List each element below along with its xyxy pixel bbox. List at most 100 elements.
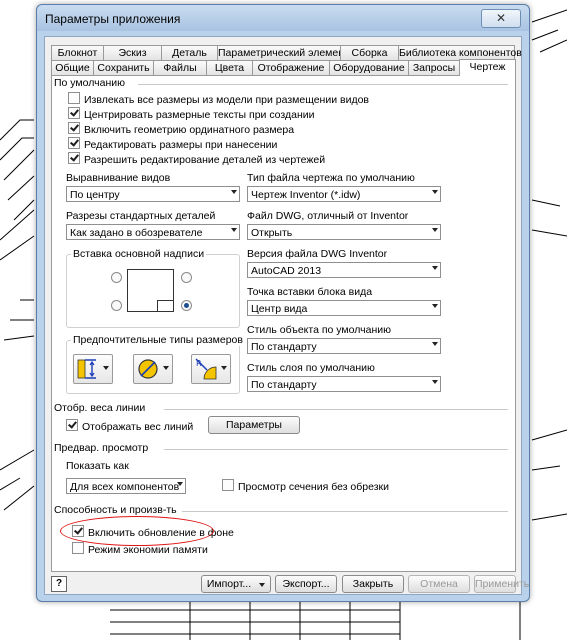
chevron-down-icon — [432, 266, 438, 270]
title-bar[interactable]: Параметры приложения ✕ — [37, 5, 529, 31]
checkbox-label: Включить геометрию ординатного размера — [84, 124, 295, 136]
tab-notebook[interactable]: Блокнот — [51, 45, 104, 60]
import-button[interactable]: Импорт... — [201, 575, 271, 593]
performance-divider — [182, 511, 508, 512]
object-style-label: Стиль объекта по умолчанию — [247, 324, 391, 336]
tab-content-library[interactable]: Библиотека компонентов — [398, 45, 522, 60]
edit-dims-checkbox[interactable] — [68, 137, 80, 149]
view-block-insertion-select[interactable]: Центр вида — [247, 300, 441, 316]
title-block-insertion-label: Вставка основной надписи — [71, 248, 207, 260]
non-inventor-dwg-select[interactable]: Открыть — [247, 224, 441, 240]
chevron-down-icon — [163, 366, 169, 370]
checkbox-row[interactable]: Разрешить редактирование деталей из черт… — [68, 152, 326, 166]
line-weight-divider — [164, 409, 508, 410]
close-window-button[interactable]: ✕ — [481, 9, 521, 28]
chevron-down-icon — [432, 304, 438, 308]
view-block-insertion-value: Центр вида — [251, 303, 308, 315]
preview-divider — [164, 449, 508, 450]
linear-dimension-button[interactable] — [73, 354, 113, 384]
checkbox-row[interactable]: Включить геометрию ординатного размера — [68, 122, 295, 136]
defaults-header: По умолчанию — [54, 77, 126, 89]
chevron-down-icon — [432, 380, 438, 384]
checkbox-row[interactable]: Извлекать все размеры из модели при разм… — [68, 92, 369, 106]
defaults-divider — [138, 84, 508, 85]
layer-style-select[interactable]: По стандарту — [247, 376, 441, 392]
insertion-bottom-right-radio[interactable] — [181, 300, 192, 311]
checkbox-label: Разрешить редактирование деталей из черт… — [84, 154, 326, 166]
checkbox-label: Включить обновление в фоне — [88, 527, 234, 539]
section-standard-parts-select[interactable]: Как задано в обозревателе — [66, 224, 240, 240]
non-inventor-dwg-value: Открыть — [251, 227, 293, 239]
tab-drawing[interactable]: Чертеж — [459, 59, 516, 76]
extract-dims-checkbox[interactable] — [68, 92, 80, 104]
dwg-version-select[interactable]: AutoCAD 2013 — [247, 262, 441, 278]
checkbox-label: Редактировать размеры при нанесении — [84, 139, 278, 151]
tab-part[interactable]: Деталь — [161, 45, 218, 60]
insertion-top-left-radio[interactable] — [111, 272, 122, 283]
memory-saving-checkbox[interactable] — [72, 542, 84, 554]
line-weight-header: Отобр. веса линии — [54, 402, 146, 414]
checkbox-row[interactable]: Отображать вес линий — [66, 419, 193, 433]
insertion-top-right-radio[interactable] — [181, 272, 192, 283]
drawing-file-type-value: Чертеж Inventor (*.idw) — [251, 189, 361, 201]
tab-general[interactable]: Общие — [51, 60, 94, 75]
apply-button[interactable]: Применить — [474, 575, 529, 593]
import-label: Импорт... — [206, 578, 252, 590]
background-update-checkbox[interactable] — [72, 525, 84, 537]
radius-dimension-button[interactable]: R — [191, 354, 231, 384]
window-title: Параметры приложения — [45, 12, 181, 26]
center-dim-text-checkbox[interactable] — [68, 107, 80, 119]
radius-dimension-icon: R — [195, 358, 217, 380]
checkbox-row[interactable]: Редактировать размеры при нанесении — [68, 137, 278, 151]
linear-dimension-icon — [77, 359, 96, 379]
object-style-select[interactable]: По стандарту — [247, 338, 441, 354]
tab-sketch[interactable]: Эскиз — [103, 45, 162, 60]
view-justification-select[interactable]: По центру — [66, 186, 240, 202]
view-justification-label: Выравнивание видов — [66, 172, 171, 184]
drawing-tab-panel: По умолчанию Извлекать все размеры из мо… — [51, 75, 516, 572]
tab-files[interactable]: Файлы — [153, 60, 207, 75]
checkbox-row[interactable]: Центрировать размерные тексты при создан… — [68, 107, 314, 121]
chevron-down-icon — [221, 366, 227, 370]
show-as-select[interactable]: Для всех компонентов — [66, 478, 186, 494]
tab-prompts[interactable]: Запросы — [408, 60, 460, 75]
ordinate-geometry-checkbox[interactable] — [68, 122, 80, 134]
tab-display[interactable]: Отображение — [252, 60, 330, 75]
close-button[interactable]: Закрыть — [342, 575, 404, 593]
title-block-insertion-frame: Вставка основной надписи — [66, 248, 240, 328]
application-options-dialog: Параметры приложения ✕ Блокнот Эскиз Дет… — [36, 4, 530, 602]
dwg-version-value: AutoCAD 2013 — [251, 265, 322, 277]
view-block-insertion-label: Точка вставки блока вида — [247, 286, 373, 298]
export-button[interactable]: Экспорт... — [275, 575, 337, 593]
checkbox-row[interactable]: Включить обновление в фоне — [72, 525, 234, 539]
preview-header: Предвар. просмотр — [54, 442, 149, 454]
checkbox-row[interactable]: Просмотр сечения без обрезки — [222, 479, 389, 493]
edit-parts-checkbox[interactable] — [68, 152, 80, 164]
checkbox-label: Режим экономии памяти — [88, 544, 208, 556]
section-standard-parts-label: Разрезы стандартных деталей — [66, 210, 216, 222]
insertion-bottom-left-radio[interactable] — [111, 300, 122, 311]
tab-colors[interactable]: Цвета — [206, 60, 253, 75]
checkbox-label: Просмотр сечения без обрезки — [238, 481, 389, 493]
dimension-types-label: Предпочтительные типы размеров — [71, 334, 245, 346]
help-button[interactable]: ? — [51, 576, 67, 592]
drawing-file-type-label: Тип файла чертежа по умолчанию — [247, 172, 415, 184]
checkbox-row[interactable]: Режим экономии памяти — [72, 542, 208, 556]
tab-assembly[interactable]: Сборка — [340, 45, 399, 60]
cancel-button[interactable]: Отмена — [408, 575, 470, 593]
unclipped-section-checkbox[interactable] — [222, 479, 234, 491]
tab-ipart[interactable]: Параметрический элемент — [217, 45, 349, 60]
chevron-down-icon — [259, 583, 265, 587]
display-line-weights-checkbox[interactable] — [66, 419, 78, 431]
layer-style-value: По стандарту — [251, 379, 317, 391]
performance-header: Способность и произв-ть — [54, 504, 177, 516]
drawing-file-type-select[interactable]: Чертеж Inventor (*.idw) — [247, 186, 441, 202]
tab-save[interactable]: Сохранить — [93, 60, 154, 75]
line-weight-settings-button[interactable]: Параметры — [208, 416, 300, 434]
diameter-dimension-icon — [138, 359, 158, 379]
chevron-down-icon — [231, 228, 237, 232]
diameter-dimension-button[interactable] — [133, 354, 173, 384]
dimension-types-frame: Предпочтительные типы размеров R — [66, 334, 245, 394]
chevron-down-icon — [231, 190, 237, 194]
tab-hardware[interactable]: Оборудование — [329, 60, 409, 75]
